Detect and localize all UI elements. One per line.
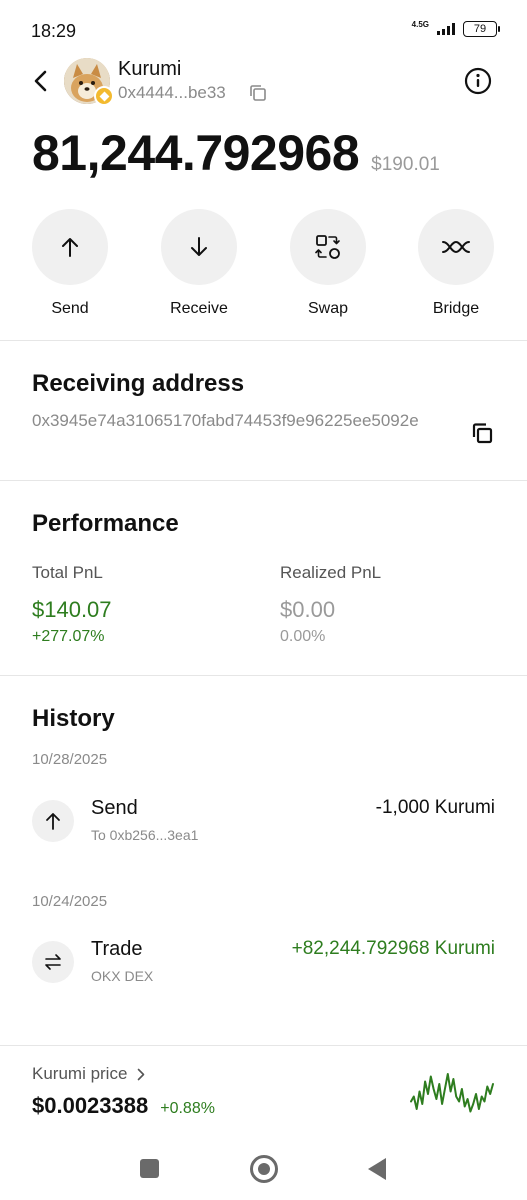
- history-date: 10/28/2025: [32, 751, 108, 768]
- recent-apps-button[interactable]: [140, 1159, 159, 1178]
- history-item-amount: -1,000 Kurumi: [375, 797, 495, 818]
- copy-icon: [472, 423, 493, 444]
- price-change: +0.88%: [160, 1100, 215, 1117]
- bridge-icon: [442, 240, 470, 254]
- chevron-right-icon: [138, 1068, 145, 1080]
- realized-pnl: Realized PnL $0.00 0.00%: [280, 563, 381, 646]
- receive-circle[interactable]: [161, 209, 237, 285]
- total-pnl-value: $140.07: [32, 597, 112, 622]
- trade-arrows-icon: [45, 954, 61, 970]
- swap-icon: [315, 235, 340, 259]
- receive-button[interactable]: Receive: [161, 209, 237, 318]
- divider: [0, 480, 527, 481]
- divider: [0, 340, 527, 341]
- arrow-up-icon: [46, 813, 60, 830]
- bridge-circle[interactable]: [418, 209, 494, 285]
- history-item-trade[interactable]: Trade OKX DEX +82,244.792968 Kurumi: [32, 938, 495, 989]
- performance-title: Performance: [32, 510, 179, 537]
- receiving-address-value: 0x3945e74a31065170fabd74453f9e96225ee509…: [32, 411, 419, 430]
- price-link[interactable]: Kurumi price: [32, 1064, 145, 1084]
- history-item-subtitle: OKX DEX: [91, 968, 154, 984]
- price-label: Kurumi price: [32, 1064, 128, 1083]
- divider: [0, 1045, 527, 1046]
- sparkline-line: [410, 1073, 494, 1113]
- home-button[interactable]: [250, 1155, 278, 1183]
- back-button[interactable]: [26, 65, 54, 97]
- total-pnl-pct: +277.07%: [32, 628, 105, 645]
- token-address: 0x4444...be33: [118, 83, 226, 102]
- total-pnl: Total PnL $140.07 +277.07%: [32, 563, 112, 646]
- send-button[interactable]: Send: [32, 209, 108, 318]
- chevron-left-icon: [34, 70, 47, 92]
- history-item-send[interactable]: Send To 0xb256...3ea1 -1,000 Kurumi: [32, 797, 495, 848]
- history-item-amount: +82,244.792968 Kurumi: [291, 938, 495, 959]
- arrow-down-icon: [191, 237, 207, 256]
- signal-icon: [437, 23, 455, 35]
- history-date: 10/24/2025: [32, 893, 108, 910]
- realized-pnl-value: $0.00: [280, 597, 336, 622]
- network-type: 4.5G: [411, 20, 429, 29]
- battery-icon: 79: [463, 21, 500, 37]
- send-label: Send: [51, 300, 89, 317]
- bridge-button[interactable]: Bridge: [418, 209, 494, 318]
- status-bar: 18:29 4.5G 79: [0, 0, 527, 60]
- arrow-up-icon: [62, 238, 78, 257]
- swap-circle[interactable]: [290, 209, 366, 285]
- copy-icon: [250, 85, 266, 101]
- history-item-title: Trade: [91, 938, 143, 960]
- system-back-button[interactable]: [368, 1158, 386, 1180]
- action-buttons: Send Receive Swap Bridge: [32, 209, 495, 319]
- token-balance: 81,244.792968: [32, 125, 360, 181]
- history-icon: [32, 800, 74, 842]
- receiving-address-title: Receiving address: [32, 370, 245, 397]
- history-title: History: [32, 705, 115, 732]
- info-button[interactable]: [464, 67, 492, 95]
- send-circle[interactable]: [32, 209, 108, 285]
- balance-row: 81,244.792968 $190.01: [32, 124, 440, 182]
- price-row: $0.0023388 +0.88%: [32, 1093, 215, 1119]
- info-icon: [464, 67, 492, 95]
- token-avatar: [64, 58, 114, 106]
- copy-receiving-address-button[interactable]: [470, 421, 494, 445]
- history-item-subtitle: To 0xb256...3ea1: [91, 827, 199, 843]
- receive-label: Receive: [170, 300, 228, 317]
- swap-button[interactable]: Swap: [290, 209, 366, 318]
- status-time: 18:29: [31, 21, 77, 41]
- balance-usd: $190.01: [371, 154, 440, 175]
- system-nav-bar: [0, 1140, 527, 1200]
- token-name: Kurumi: [118, 58, 182, 80]
- divider: [0, 675, 527, 676]
- copy-address-button[interactable]: [249, 84, 267, 102]
- swap-label: Swap: [307, 300, 349, 317]
- realized-pnl-label: Realized PnL: [280, 563, 382, 582]
- price-value: $0.0023388: [32, 1093, 149, 1118]
- bnb-chain-badge-icon: [94, 86, 114, 106]
- status-indicators: 4.5G 79: [411, 20, 500, 37]
- total-pnl-label: Total PnL: [32, 563, 103, 582]
- price-sparkline[interactable]: [408, 1066, 496, 1122]
- history-item-title: Send: [91, 797, 138, 819]
- realized-pnl-pct: 0.00%: [280, 628, 326, 645]
- history-icon: [32, 941, 74, 983]
- bridge-label: Bridge: [432, 300, 480, 317]
